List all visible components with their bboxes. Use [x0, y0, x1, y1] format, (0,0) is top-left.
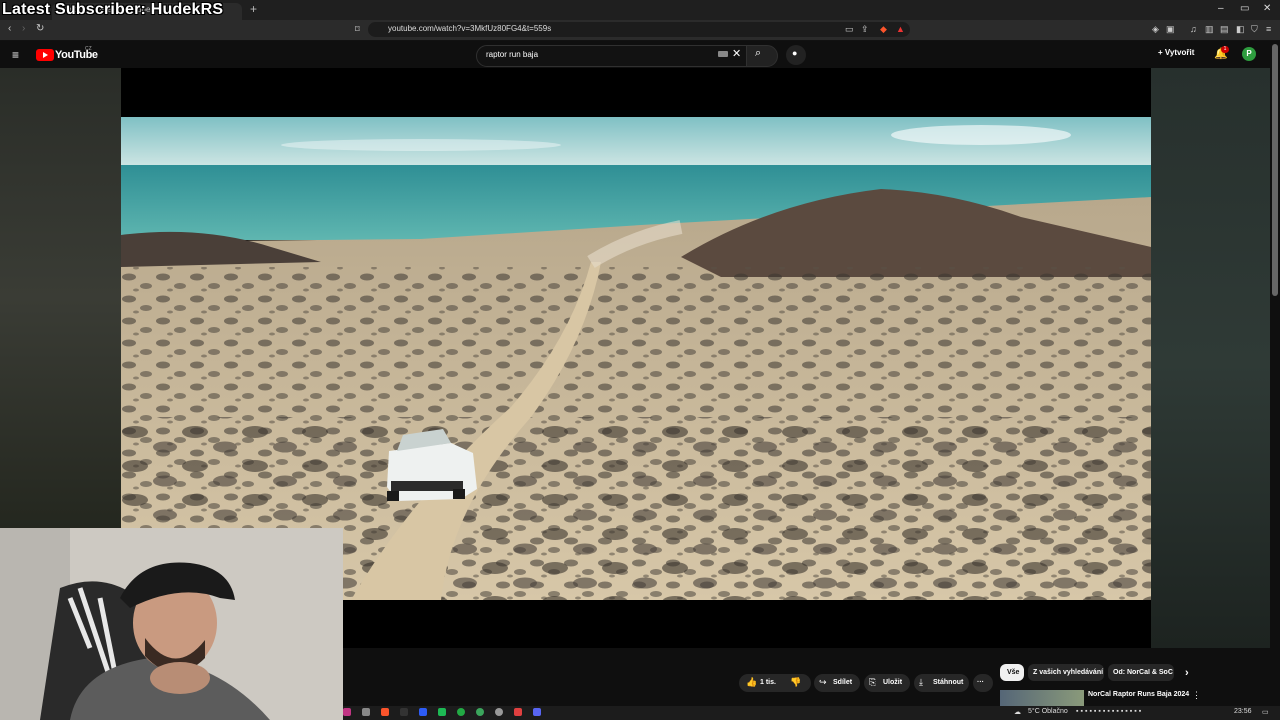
microphone-icon[interactable]: ● [792, 48, 797, 58]
sidebar-icon[interactable]: ▥ [1205, 24, 1214, 35]
extension-icon[interactable]: ◈ [1152, 24, 1159, 35]
ambient-glow-left [0, 68, 121, 528]
page-scrollbar[interactable] [1272, 44, 1278, 296]
reload-icon[interactable]: ↻ [36, 23, 44, 34]
notification-center-icon[interactable]: ▭ [1262, 708, 1269, 716]
recommendation-more-icon[interactable]: ⋮ [1192, 690, 1201, 701]
app-icon[interactable] [476, 708, 484, 716]
chevron-right-icon[interactable]: › [1185, 667, 1189, 679]
weather-icon[interactable]: ☁ [1014, 708, 1021, 716]
webcam-overlay [0, 528, 343, 720]
app-icon[interactable] [343, 708, 351, 716]
bookmark-icon[interactable]: ⌑ [355, 24, 360, 35]
chip-label[interactable]: Od: NorCal & SoCal [1113, 669, 1173, 676]
tray-icons[interactable]: ▪▪▪▪▪▪▪▪▪▪▪▪▪▪▪ [1076, 708, 1143, 715]
music-icon[interactable]: ♫ [1190, 24, 1197, 34]
forward-icon[interactable]: › [22, 23, 25, 34]
app-icon[interactable] [457, 708, 465, 716]
recommendation-title[interactable]: NorCal Raptor Runs Baja 2024 [1088, 691, 1189, 698]
rewards-icon[interactable]: ▲ [896, 24, 905, 34]
app-icon[interactable] [400, 708, 408, 716]
discord-icon[interactable] [533, 708, 541, 716]
share-icon: ↪ [819, 677, 827, 687]
download-icon: ⤓ [919, 677, 923, 687]
tabs-icon[interactable]: ▤ [1220, 24, 1229, 35]
create-button[interactable]: + Vytvořit [1158, 48, 1194, 57]
recommendation-thumbnail[interactable] [1000, 690, 1084, 706]
app-icon[interactable] [419, 708, 427, 716]
url-text[interactable]: youtube.com/watch?v=3MkfUz80FG4&t=559s [388, 24, 551, 33]
app-icon[interactable] [438, 708, 446, 716]
brave-shield-icon[interactable]: ◆ [880, 24, 887, 35]
cast-icon[interactable]: ▭ [845, 24, 854, 35]
weather-text[interactable]: 5°C Oblačno [1028, 708, 1068, 715]
stream-overlay-text: Latest Subscriber: HudekRS [2, 1, 224, 18]
save-label[interactable]: Uložit [883, 679, 902, 686]
play-icon [43, 52, 48, 58]
like-count[interactable]: 1 tis. [760, 679, 776, 686]
clear-search-icon[interactable]: ✕ [732, 47, 741, 60]
app-icon[interactable] [514, 708, 522, 716]
minimize-button[interactable]: – [1218, 3, 1224, 14]
search-query[interactable]: raptor run baja [486, 50, 538, 59]
new-tab-button[interactable]: + [250, 2, 257, 16]
region-code: CZ [85, 46, 92, 52]
extension-icon[interactable]: ▣ [1166, 24, 1175, 35]
download-label[interactable]: Stáhnout [933, 679, 963, 686]
app-icon[interactable] [495, 708, 503, 716]
back-icon[interactable]: ‹ [8, 23, 11, 34]
hamburger-menu-icon[interactable]: ≡ [12, 48, 19, 62]
search-icon[interactable]: ⌕ [755, 47, 761, 60]
search-button[interactable] [746, 45, 778, 67]
chip-label[interactable]: Z vašich vyhledávání [1033, 669, 1103, 676]
browser-menu-icon[interactable]: ≡ [1266, 24, 1271, 34]
share-label[interactable]: Sdílet [833, 679, 852, 686]
app-icon[interactable] [362, 708, 370, 716]
shield-icon[interactable]: ⛉ [1251, 24, 1258, 35]
ambient-glow-right [1151, 68, 1270, 658]
like-icon[interactable]: 👍 [746, 677, 757, 688]
close-window-button[interactable]: ✕ [1263, 3, 1271, 14]
wallet-icon[interactable]: ◧ [1236, 24, 1245, 35]
avatar[interactable]: P [1242, 47, 1256, 61]
chip-label[interactable]: Vše [1007, 669, 1019, 676]
notification-badge: 1 [1221, 46, 1229, 53]
browser-taskbar-icon[interactable] [381, 708, 389, 716]
share-page-icon[interactable]: ⇪ [861, 24, 869, 35]
more-icon[interactable]: ··· [977, 679, 984, 686]
maximize-button[interactable]: ▭ [1240, 3, 1249, 14]
clock[interactable]: 23:56 [1234, 708, 1252, 715]
dislike-icon[interactable]: 👎 [790, 677, 801, 688]
keyboard-icon[interactable] [718, 51, 728, 57]
bookmark-save-icon: ⎘ [869, 677, 877, 687]
